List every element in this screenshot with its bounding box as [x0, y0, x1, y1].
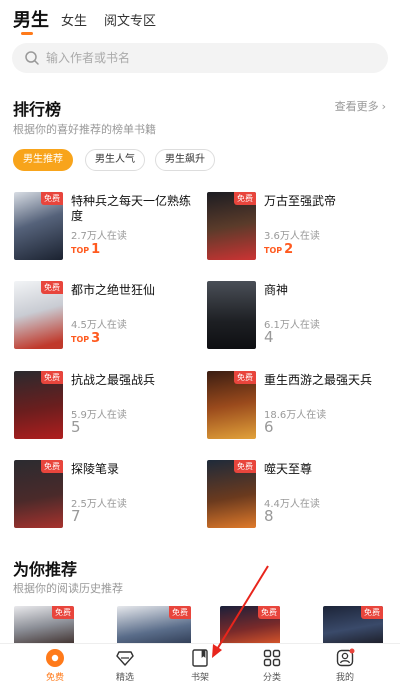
book-title: 都市之绝世狂仙: [71, 283, 156, 297]
book-rank: 5: [71, 418, 81, 436]
recommend-book-4[interactable]: 免费: [323, 606, 383, 646]
tab-male[interactable]: 男生: [13, 6, 49, 32]
free-tag: 免费: [258, 606, 280, 619]
rank-number: 3: [91, 331, 101, 346]
filter-male-recommend[interactable]: 男生推荐: [13, 149, 73, 171]
free-tag: 免费: [41, 371, 63, 384]
free-tag: 免费: [41, 460, 63, 473]
book-title: 重生西游之最强天兵: [264, 373, 373, 387]
book-rank: 8: [264, 507, 274, 525]
ranking-title: 排行榜: [13, 100, 62, 119]
book-title: 特种兵之每天一亿熟练度: [71, 194, 192, 223]
free-tag: 免费: [361, 606, 383, 619]
nav-free[interactable]: 免费: [25, 648, 85, 688]
ranking-book-3[interactable]: 免费 都市之绝世狂仙 4.5万人在读 TOP 3: [14, 281, 194, 359]
ranking-book-5[interactable]: 免费 抗战之最强战兵 5.9万人在读 5: [14, 371, 194, 449]
free-tag: 免费: [234, 371, 256, 384]
chevron-right-icon: ›: [381, 100, 386, 113]
ranking-book-7[interactable]: 免费 探陵笔录 2.5万人在读 7: [14, 460, 194, 538]
ranking-subtitle: 根据你的喜好推荐的榜单书籍: [13, 123, 156, 136]
search-bar[interactable]: [12, 43, 388, 73]
free-tag: 免费: [234, 460, 256, 473]
book-cover: 免费: [14, 192, 63, 260]
nav-featured-label: 精选: [115, 673, 134, 683]
book-cover: 免费: [14, 371, 63, 439]
top-tab-bar: 男生 女生 阅文专区: [0, 0, 400, 40]
book-rank: 6: [264, 418, 274, 436]
nav-profile-label: 我的: [335, 673, 354, 683]
recommend-title: 为你推荐: [13, 560, 78, 579]
top-label: TOP: [264, 246, 283, 255]
nav-featured[interactable]: 精选: [95, 648, 155, 688]
book-rank: TOP 1: [71, 242, 100, 257]
recommend-book-2[interactable]: 免费: [117, 606, 191, 646]
category-icon: [263, 649, 281, 667]
book-rank: TOP 3: [71, 331, 100, 346]
free-tag: 免费: [234, 192, 256, 205]
free-tag: 免费: [41, 281, 63, 294]
nav-bookshelf[interactable]: 书架: [170, 648, 230, 688]
nav-bookshelf-label: 书架: [190, 673, 209, 683]
recommend-subtitle: 根据你的阅读历史推荐: [13, 582, 123, 595]
book-cover: [207, 281, 256, 349]
book-rank: TOP 2: [264, 242, 293, 257]
book-cover: 免费: [207, 460, 256, 528]
free-tag: 免费: [41, 192, 63, 205]
nav-category-label: 分类: [262, 673, 281, 683]
book-title: 商神: [264, 283, 289, 297]
search-input[interactable]: [46, 43, 366, 73]
book-readers: 2.7万人在读: [71, 231, 127, 242]
diamond-icon: [116, 651, 134, 666]
free-tag: 免费: [52, 606, 74, 619]
filter-male-rising[interactable]: 男生飙升: [155, 149, 215, 171]
view-more-label: 查看更多: [334, 100, 379, 113]
book-cover: 免费: [207, 371, 256, 439]
ranking-book-4[interactable]: 商神 6.1万人在读 4: [207, 281, 387, 359]
ranking-book-2[interactable]: 免费 万古至强武帝 3.6万人在读 TOP 2: [207, 192, 387, 270]
nav-profile[interactable]: 我的: [315, 648, 375, 688]
book-readers: 4.5万人在读: [71, 320, 127, 331]
free-tag: 免费: [169, 606, 191, 619]
recommend-book-1[interactable]: 免费: [14, 606, 74, 646]
book-readers: 3.6万人在读: [264, 231, 320, 242]
tab-yuewen[interactable]: 阅文专区: [104, 10, 156, 29]
top-label: TOP: [71, 246, 90, 255]
book-cover: 免费: [14, 281, 63, 349]
book-cover: 免费: [14, 460, 63, 528]
top-label: TOP: [71, 335, 90, 344]
book-title: 万古至强武帝: [264, 194, 337, 208]
profile-icon: [336, 648, 355, 667]
tab-female[interactable]: 女生: [61, 10, 87, 29]
rank-number: 1: [91, 242, 101, 257]
ranking-book-1[interactable]: 免费 特种兵之每天一亿熟练度 2.7万人在读 TOP 1: [14, 192, 194, 270]
book-title: 噬天至尊: [264, 462, 313, 476]
book-title: 抗战之最强战兵: [71, 373, 156, 387]
bottom-nav: 免费 精选 书架 分类 我的: [0, 643, 400, 688]
view-more-link[interactable]: 查看更多 ›: [335, 98, 386, 114]
filter-male-popular[interactable]: 男生人气: [85, 149, 145, 171]
search-icon: [25, 51, 39, 65]
ranking-book-8[interactable]: 免费 噬天至尊 4.4万人在读 8: [207, 460, 387, 538]
free-icon: [46, 649, 64, 667]
book-title: 探陵笔录: [71, 462, 120, 476]
recommend-book-3[interactable]: 免费: [220, 606, 280, 646]
nav-free-label: 免费: [45, 673, 64, 683]
active-tab-indicator: [21, 32, 33, 35]
ranking-book-6[interactable]: 免费 重生西游之最强天兵 18.6万人在读 6: [207, 371, 387, 449]
book-cover: 免费: [207, 192, 256, 260]
nav-category[interactable]: 分类: [242, 648, 302, 688]
rank-number: 2: [284, 242, 294, 257]
bookshelf-icon: [192, 649, 208, 667]
book-rank: 7: [71, 507, 81, 525]
book-rank: 4: [264, 328, 274, 346]
